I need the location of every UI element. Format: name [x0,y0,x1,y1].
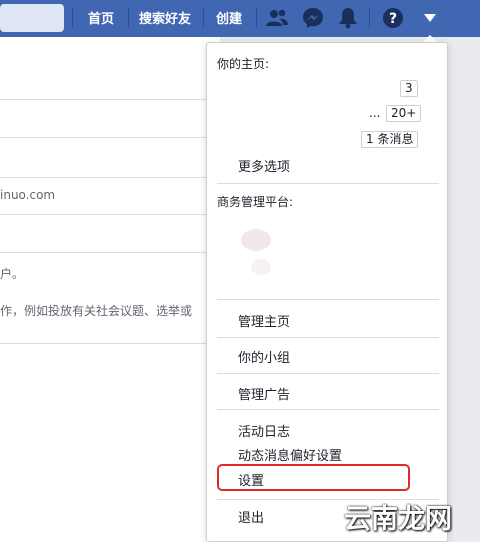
nav-find-friends-link[interactable]: 搜索好友 [139,8,191,27]
menu-divider [217,337,439,338]
nav-divider [128,8,129,28]
menu-caret-icon[interactable] [418,6,442,30]
page-message-badge[interactable]: 1 条消息 [361,131,419,148]
settings-row-divider [0,177,220,178]
ads-text-fragment: 作，例如投放有关社会议题、选举或 [0,304,193,318]
more-options-link[interactable]: 更多选项 [238,156,290,175]
messenger-icon[interactable] [301,6,325,30]
manage-pages-item[interactable]: 管理主页 [238,311,290,330]
nav-create-link[interactable]: 创建 [216,8,242,27]
settings-row-divider [0,214,220,215]
dropdown-caret [423,35,437,42]
settings-row-divider [0,252,220,253]
your-pages-heading: 你的主页: [217,57,270,71]
menu-divider [217,373,439,374]
page-notification-badge[interactable]: 3 [400,80,418,97]
help-icon[interactable]: ? [381,6,405,30]
notifications-icon[interactable] [336,6,360,30]
nav-divider [72,8,73,28]
menu-divider [217,409,439,410]
news-feed-preferences-item[interactable]: 动态消息偏好设置 [238,445,342,464]
menu-divider [217,299,439,300]
top-navigation-bar: 首页 搜索好友 创建 ? [0,0,480,37]
nav-divider [203,8,204,28]
logout-item[interactable]: 退出 [238,507,264,526]
friends-icon[interactable] [265,6,289,30]
menu-divider [217,183,439,184]
business-avatar[interactable] [241,229,271,251]
business-avatar[interactable] [251,259,271,275]
page-name-ellipsis: ... [369,106,381,120]
settings-row-divider [0,137,220,138]
your-groups-item[interactable]: 你的小组 [238,347,290,366]
email-fragment: inuo.com [0,188,56,202]
manage-ads-item[interactable]: 管理广告 [238,384,290,403]
business-manager-heading: 商务管理平台: [217,195,294,209]
svg-text:?: ? [389,11,397,27]
activity-log-item[interactable]: 活动日志 [238,421,290,440]
nav-divider [256,8,257,28]
profile-avatar[interactable] [0,4,64,32]
watermark-text: 云南龙网 [344,504,452,535]
page-notification-badge[interactable]: 20+ [386,105,422,122]
nav-home-link[interactable]: 首页 [88,8,114,27]
background-settings-page: inuo.com 户。 作，例如投放有关社会议题、选举或 [0,37,220,542]
site-watermark: 云南龙网 [344,497,478,537]
settings-row-divider [0,99,220,100]
nav-divider [369,8,370,28]
settings-row-divider [0,343,220,344]
account-text-fragment: 户。 [0,267,25,281]
settings-highlight-box [217,464,410,491]
